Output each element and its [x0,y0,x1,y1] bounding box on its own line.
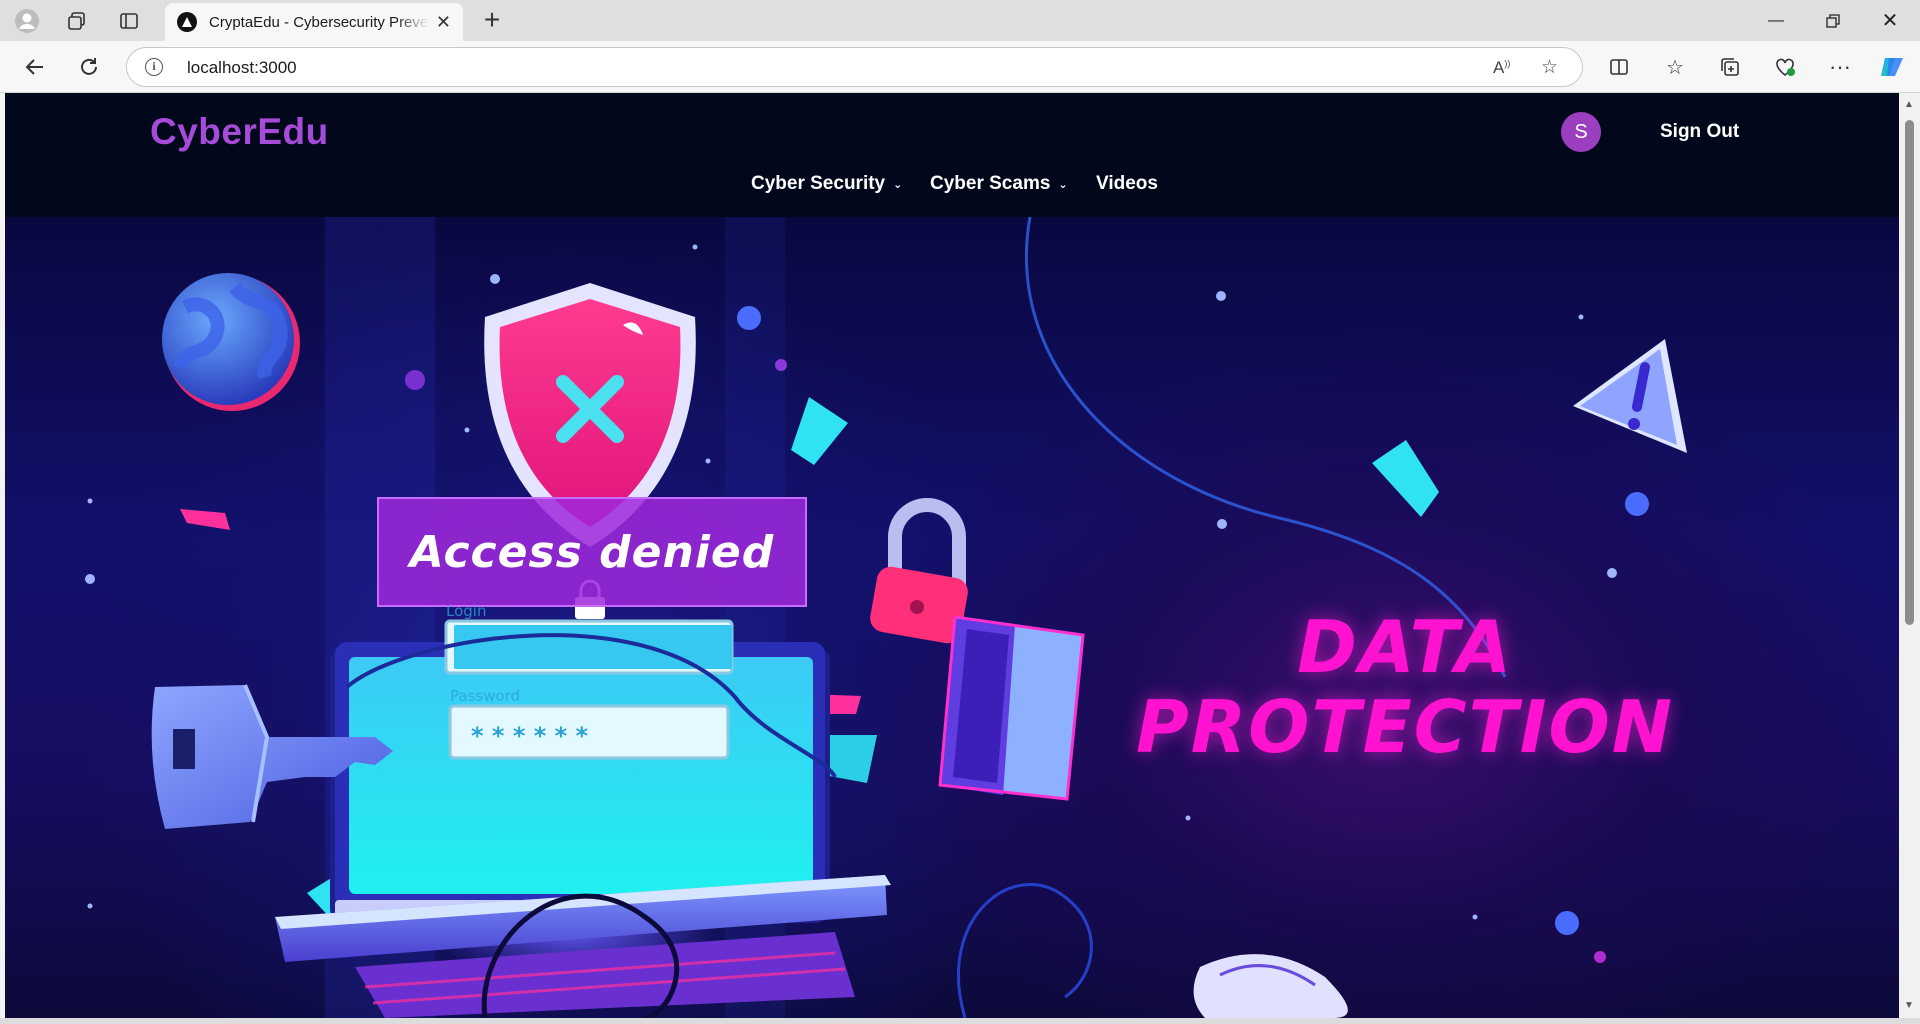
nav-videos[interactable]: Videos [1096,173,1158,195]
copilot-icon[interactable] [1872,47,1912,87]
back-icon[interactable] [15,47,55,87]
orb-dot [1625,492,1649,516]
globe-icon [162,273,300,411]
nav-cyber-scams[interactable]: Cyber Scams ⌄ [930,173,1068,195]
site-header: CyberEdu S Sign Out Cyber Security ⌄ Cyb… [5,93,1899,217]
password-label: Password [450,687,521,705]
mouse-illustration [1193,954,1348,1018]
nav-cyber-security-label: Cyber Security [751,173,886,194]
phone-illustration [938,615,1085,801]
favorite-star-icon[interactable]: ☆ [1541,56,1558,79]
cable-curve [957,883,1093,1018]
workspaces-icon[interactable] [59,3,95,39]
scrollbar-thumb[interactable] [1905,120,1914,625]
nav-videos-label: Videos [1096,173,1158,194]
minimize-icon[interactable]: — [1748,0,1804,41]
tab-title: CryptaEdu - Cybersecurity Prevention [209,13,429,31]
address-bar[interactable]: i localhost:3000 A)) ☆ [126,47,1583,87]
page-viewport: CyberEdu S Sign Out Cyber Security ⌄ Cyb… [5,93,1899,1018]
site-logo[interactable]: CyberEdu [150,111,329,153]
site-favicon-icon [177,12,197,32]
browser-essentials-icon[interactable] [1765,47,1805,87]
main-nav: Cyber Security ⌄ Cyber Scams ⌄ Videos [5,173,1899,203]
orb-dot [737,306,761,330]
info-icon[interactable]: i [145,58,163,76]
floating-shard [180,509,230,530]
tab-close-icon[interactable]: ✕ [436,12,451,33]
restore-icon[interactable] [1805,0,1861,41]
url-text[interactable]: localhost:3000 [187,58,297,78]
sign-out-button[interactable]: Sign Out [1660,121,1739,143]
chevron-down-icon: ⌄ [893,178,903,191]
login-label: Login [446,602,487,620]
scroll-up-icon[interactable]: ▲ [1904,99,1914,110]
collections-icon[interactable] [1710,47,1750,87]
headline-line-1: DATA [1297,605,1513,689]
more-icon[interactable]: ··· [1820,47,1860,87]
split-screen-icon[interactable] [1599,47,1639,87]
data-protection-headline: DATA PROTECTION [1095,607,1715,767]
profile-icon[interactable] [9,3,45,39]
chevron-down-icon: ⌄ [1058,178,1068,191]
address-toolbar: i localhost:3000 A)) ☆ ☆ ··· [0,41,1920,93]
nav-cyber-scams-label: Cyber Scams [930,173,1051,194]
warning-triangle-icon [1573,339,1687,453]
active-tab[interactable]: CryptaEdu - Cybersecurity Prevention ✕ [165,3,463,41]
tab-actions-icon[interactable] [111,3,147,39]
refresh-icon[interactable] [69,47,109,87]
user-avatar[interactable]: S [1561,112,1601,152]
orb-dot [1594,951,1606,963]
svg-text:* * * * * *: * * * * * * [471,722,589,750]
orb-dot [405,370,425,390]
headline-line-2: PROTECTION [1136,685,1674,769]
window-bottom-edge [0,1018,1920,1024]
sparkle-dots [85,244,1617,920]
orb-dot [775,359,787,371]
floating-shard [1372,440,1439,517]
favorites-icon[interactable]: ☆ [1655,47,1695,87]
window-close-icon[interactable]: ✕ [1862,0,1918,41]
hero-banner: * * * * * * Access denied Login Password… [5,217,1899,1018]
orb-dot [1555,911,1579,935]
vertical-scrollbar[interactable]: ▲ ▼ [1899,93,1920,1018]
scroll-down-icon[interactable]: ▼ [1904,1000,1914,1011]
browser-tab-bar: CryptaEdu - Cybersecurity Prevention ✕ +… [0,0,1920,41]
floating-shard [791,397,848,465]
nav-cyber-security[interactable]: Cyber Security ⌄ [751,173,902,195]
read-aloud-icon[interactable]: A)) [1493,58,1510,78]
access-denied-banner: Access denied [377,497,807,607]
new-tab-button[interactable]: + [474,3,510,39]
